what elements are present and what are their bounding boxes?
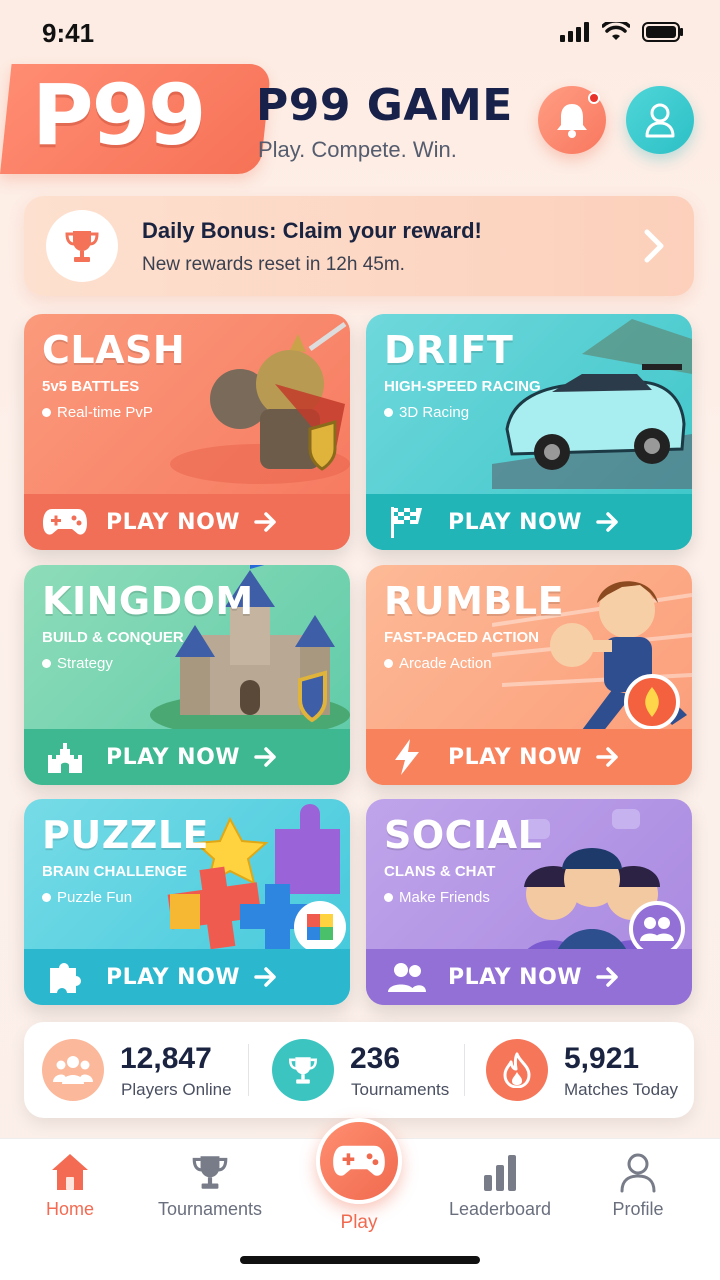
game-tag: Make Friends xyxy=(384,889,490,906)
game-card-rumble[interactable]: RUMBLE FAST-PACED ACTION Arcade Action P… xyxy=(366,565,692,785)
stat-label: Players Online xyxy=(121,1080,232,1099)
arrow-right-icon xyxy=(254,747,276,767)
app-title: P99 GAME xyxy=(256,80,513,131)
home-icon xyxy=(52,1154,88,1190)
app-subtitle: Play. Compete. Win. xyxy=(258,137,457,162)
game-subtitle: BUILD & CONQUER xyxy=(42,629,184,646)
tab-profile[interactable]: Profile xyxy=(568,1151,708,1220)
notifications-button[interactable] xyxy=(538,86,606,154)
game-title: PUZZLE xyxy=(42,813,209,857)
race-car-illustration xyxy=(492,319,692,489)
game-tag: Arcade Action xyxy=(384,655,492,672)
stat-label: Matches Today xyxy=(564,1080,679,1099)
stat-value: 12,847 xyxy=(120,1042,212,1075)
trophy-icon xyxy=(192,1156,228,1189)
game-subtitle: CLANS & CHAT xyxy=(384,863,496,880)
trophy-icon xyxy=(65,231,99,262)
bell-icon xyxy=(557,104,587,138)
bonus-subtitle: New rewards reset in 12h 45m. xyxy=(142,254,405,275)
person-icon xyxy=(620,1153,656,1193)
signal-icon xyxy=(560,22,589,42)
status-icons xyxy=(560,22,684,42)
game-title: SOCIAL xyxy=(384,813,543,857)
logo: P99 xyxy=(32,66,206,164)
home-indicator xyxy=(240,1256,480,1264)
wifi-icon xyxy=(602,22,630,40)
stat-value: 5,921 xyxy=(564,1042,640,1075)
bonus-title: Daily Bonus: Claim your reward! xyxy=(142,218,482,243)
daily-bonus-banner[interactable]: Daily Bonus: Claim your reward! New rewa… xyxy=(24,196,694,296)
bonus-icon-circle xyxy=(46,210,118,282)
play-now-button[interactable]: PLAY NOW xyxy=(366,949,692,1005)
play-now-button[interactable]: PLAY NOW xyxy=(366,494,692,550)
game-tag: Real-time PvP xyxy=(42,404,153,421)
checkered-flag-icon xyxy=(391,507,422,538)
game-title: DRIFT xyxy=(384,328,514,372)
game-subtitle: BRAIN CHALLENGE xyxy=(42,863,187,880)
game-tag: 3D Racing xyxy=(384,404,469,421)
stat-value: 236 xyxy=(350,1042,401,1075)
tab-tournaments[interactable]: Tournaments xyxy=(140,1151,280,1220)
status-time: 9:41 xyxy=(42,18,95,48)
profile-button[interactable] xyxy=(626,86,694,154)
puzzle-piece-icon xyxy=(50,962,82,993)
tab-play-label: Play xyxy=(340,1212,378,1233)
game-subtitle: HIGH-SPEED RACING xyxy=(384,378,541,395)
game-title: RUMBLE xyxy=(384,579,565,623)
game-card-social[interactable]: SOCIAL CLANS & CHAT Make Friends PLAY NO… xyxy=(366,799,692,1005)
status-bar: 9:41 xyxy=(0,0,720,64)
divider xyxy=(248,1044,249,1096)
users-icon xyxy=(53,1056,93,1084)
tab-leaderboard[interactable]: Leaderboard xyxy=(430,1151,570,1220)
bar-chart-icon xyxy=(484,1155,516,1191)
flame-icon xyxy=(503,1052,531,1088)
game-card-drift[interactable]: DRIFT HIGH-SPEED RACING 3D Racing PLAY N… xyxy=(366,314,692,550)
game-subtitle: 5v5 BATTLES xyxy=(42,378,140,395)
castle-icon xyxy=(48,743,82,773)
tab-play[interactable] xyxy=(316,1118,402,1204)
game-tag: Strategy xyxy=(42,655,113,672)
stats-panel: 12,847 Players Online 236 Tournaments 5,… xyxy=(24,1022,694,1118)
users-icon xyxy=(388,963,426,992)
game-title: KINGDOM xyxy=(42,579,254,623)
arrow-right-icon xyxy=(254,967,276,987)
gamepad-icon xyxy=(43,509,87,535)
stat-label: Tournaments xyxy=(351,1080,450,1099)
person-icon xyxy=(645,103,675,138)
arrow-right-icon xyxy=(254,512,276,532)
game-card-clash[interactable]: CLASH 5v5 BATTLES Real-time PvP PLAY NOW xyxy=(24,314,350,550)
play-now-button[interactable]: PLAY NOW xyxy=(24,729,350,785)
game-card-kingdom[interactable]: KINGDOM BUILD & CONQUER Strategy PLAY NO… xyxy=(24,565,350,785)
arrow-right-icon xyxy=(596,512,618,532)
play-now-button[interactable]: PLAY NOW xyxy=(366,729,692,785)
lightning-icon xyxy=(395,739,419,775)
arrow-right-icon xyxy=(596,967,618,987)
play-now-button[interactable]: PLAY NOW xyxy=(24,949,350,1005)
play-now-button[interactable]: PLAY NOW xyxy=(24,494,350,550)
gamepad-icon xyxy=(333,1145,385,1176)
divider xyxy=(464,1044,465,1096)
game-title: CLASH xyxy=(42,328,186,372)
game-subtitle: FAST-PACED ACTION xyxy=(384,629,540,646)
notification-dot xyxy=(588,92,600,104)
tab-home[interactable]: Home xyxy=(0,1151,140,1220)
chevron-right-icon xyxy=(644,229,664,263)
trophy-icon xyxy=(288,1057,318,1084)
arrow-right-icon xyxy=(596,747,618,767)
battery-icon xyxy=(642,22,683,42)
game-tag: Puzzle Fun xyxy=(42,889,132,906)
game-card-puzzle[interactable]: PUZZLE BRAIN CHALLENGE Puzzle Fun PLAY N… xyxy=(24,799,350,1005)
